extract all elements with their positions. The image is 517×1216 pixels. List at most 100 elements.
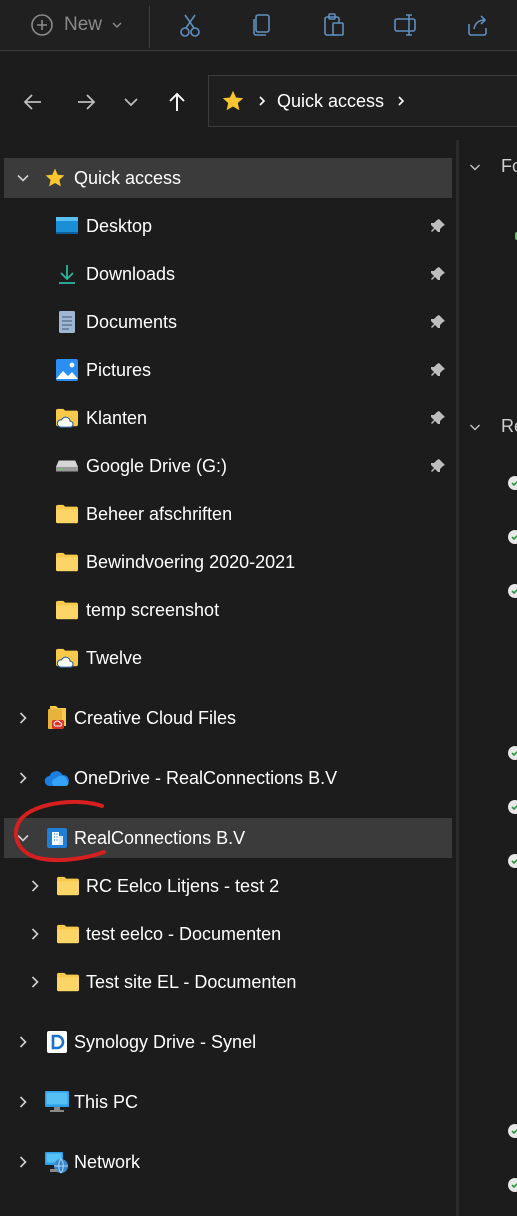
arrow-up-icon (169, 92, 185, 111)
section-frequent-folders-header[interactable]: Fol (469, 156, 517, 177)
chevron-right-icon[interactable] (15, 710, 31, 726)
nav-item-label: Network (74, 1151, 141, 1172)
chevron-right-icon[interactable] (15, 1154, 31, 1170)
star-icon (44, 167, 66, 189)
chevron-right-icon[interactable] (27, 926, 43, 942)
download-icon (56, 263, 78, 285)
sync-status-icon (508, 584, 517, 598)
sync-status-icon (508, 530, 517, 544)
pin-icon (430, 218, 446, 234)
chevron-down-icon[interactable] (15, 830, 31, 846)
nav-item-label: Downloads (86, 263, 176, 284)
chevron-right-icon[interactable] (15, 770, 31, 786)
nav-item-label: Test site EL - Documenten (86, 971, 297, 992)
toolbar-separator (149, 6, 150, 48)
nav-item-label: RealConnections B.V (74, 827, 246, 848)
back-button[interactable] (18, 87, 48, 117)
new-button[interactable]: New (30, 10, 122, 40)
folder-icon (57, 923, 79, 945)
nav-item-documents[interactable]: Documents (4, 302, 452, 342)
nav-item-label: OneDrive - RealConnections B.V (74, 767, 338, 788)
nav-item-temp-screenshot[interactable]: temp screenshot (4, 590, 452, 630)
nav-item-this-pc[interactable]: This PC (4, 1082, 452, 1122)
forward-button[interactable] (71, 87, 101, 117)
folder-icon (56, 551, 78, 573)
star-icon (221, 89, 245, 113)
nav-item-label: This PC (74, 1091, 139, 1112)
chevron-right-icon[interactable] (15, 1034, 31, 1050)
chevron-down-icon[interactable] (15, 170, 31, 186)
cut-icon (180, 14, 200, 37)
nav-item-google-drive[interactable]: Google Drive (G:) (4, 446, 452, 486)
cloud-folder-icon (56, 647, 78, 669)
rename-icon (394, 14, 416, 36)
nav-item-test-eelco-documenten[interactable]: test eelco - Documenten (4, 914, 452, 954)
breadcrumb-chevron-icon[interactable] (396, 95, 406, 107)
nav-item-network[interactable]: Network (4, 1142, 452, 1182)
address-row: Quick access (0, 64, 517, 141)
nav-item-synology-drive[interactable]: Synology Drive - Synel (4, 1022, 452, 1062)
new-button-label: New (64, 14, 103, 35)
up-button[interactable] (162, 87, 192, 117)
pin-icon (430, 410, 446, 426)
nav-item-label: temp screenshot (86, 599, 220, 620)
rename-button[interactable] (391, 10, 421, 40)
pin-icon (430, 266, 446, 282)
nav-item-realconnections[interactable]: RealConnections B.V (4, 818, 452, 858)
chevron-right-icon[interactable] (15, 1094, 31, 1110)
nav-item-creative-cloud-files[interactable]: Creative Cloud Files (4, 698, 452, 738)
nav-item-label: Creative Cloud Files (74, 707, 237, 728)
creative-cloud-folder-icon (46, 706, 68, 729)
nav-item-desktop[interactable]: Desktop (4, 206, 452, 246)
content-pane: Fol Rec (459, 140, 517, 1216)
pin-icon (430, 458, 446, 474)
nav-item-klanten[interactable]: Klanten (4, 398, 452, 438)
chevron-down-icon (124, 98, 138, 107)
sync-status-icon (508, 1124, 517, 1138)
pictures-icon (56, 359, 78, 381)
chevron-right-icon[interactable] (27, 878, 43, 894)
network-icon (45, 1151, 69, 1174)
chevron-down-icon (469, 423, 481, 431)
copy-button[interactable] (247, 10, 277, 40)
nav-item-test-site-el-documenten[interactable]: Test site EL - Documenten (4, 962, 452, 1002)
chevron-right-icon[interactable] (27, 974, 43, 990)
nav-item-label: Bewindvoering 2020-2021 (86, 551, 296, 572)
building-icon (46, 827, 68, 849)
chevron-down-icon (112, 22, 122, 29)
nav-item-label: Documents (86, 311, 178, 332)
paste-button[interactable] (319, 10, 349, 40)
share-button[interactable] (463, 10, 493, 40)
address-bar[interactable]: Quick access (208, 75, 517, 127)
computer-icon (45, 1091, 69, 1113)
folder-icon (57, 971, 79, 993)
arrow-left-icon (23, 94, 41, 110)
nav-item-twelve[interactable]: Twelve (4, 638, 452, 678)
nav-item-bewindvoering[interactable]: Bewindvoering 2020-2021 (4, 542, 452, 582)
onedrive-cloud-icon (44, 767, 70, 789)
nav-item-label: Synology Drive - Synel (74, 1031, 257, 1052)
nav-item-quick-access[interactable]: Quick access (4, 158, 452, 198)
paste-icon (324, 13, 344, 36)
nav-item-downloads[interactable]: Downloads (4, 254, 452, 294)
recent-locations-button[interactable] (116, 87, 146, 117)
documents-icon (56, 311, 78, 333)
pin-icon (430, 362, 446, 378)
nav-item-pictures[interactable]: Pictures (4, 350, 452, 390)
share-icon (468, 15, 487, 36)
nav-item-beheer-afschriften[interactable]: Beheer afschriften (4, 494, 452, 534)
cloud-folder-icon (56, 407, 78, 429)
nav-item-onedrive[interactable]: OneDrive - RealConnections B.V (4, 758, 452, 798)
sync-status-icon (508, 1178, 517, 1192)
nav-item-label: test eelco - Documenten (86, 923, 282, 944)
section-recent-files-header[interactable]: Rec (469, 416, 517, 437)
cut-button[interactable] (175, 10, 205, 40)
chevron-down-icon (469, 163, 481, 171)
sync-status-icon (508, 746, 517, 760)
breadcrumb-quick-access[interactable]: Quick access (277, 91, 384, 112)
nav-item-label: Desktop (86, 215, 153, 236)
synology-drive-icon (46, 1031, 68, 1053)
nav-item-label: RC Eelco Litjens - test 2 (86, 875, 280, 896)
nav-item-rc-eelco-litjens[interactable]: RC Eelco Litjens - test 2 (4, 866, 452, 906)
pin-icon (430, 314, 446, 330)
